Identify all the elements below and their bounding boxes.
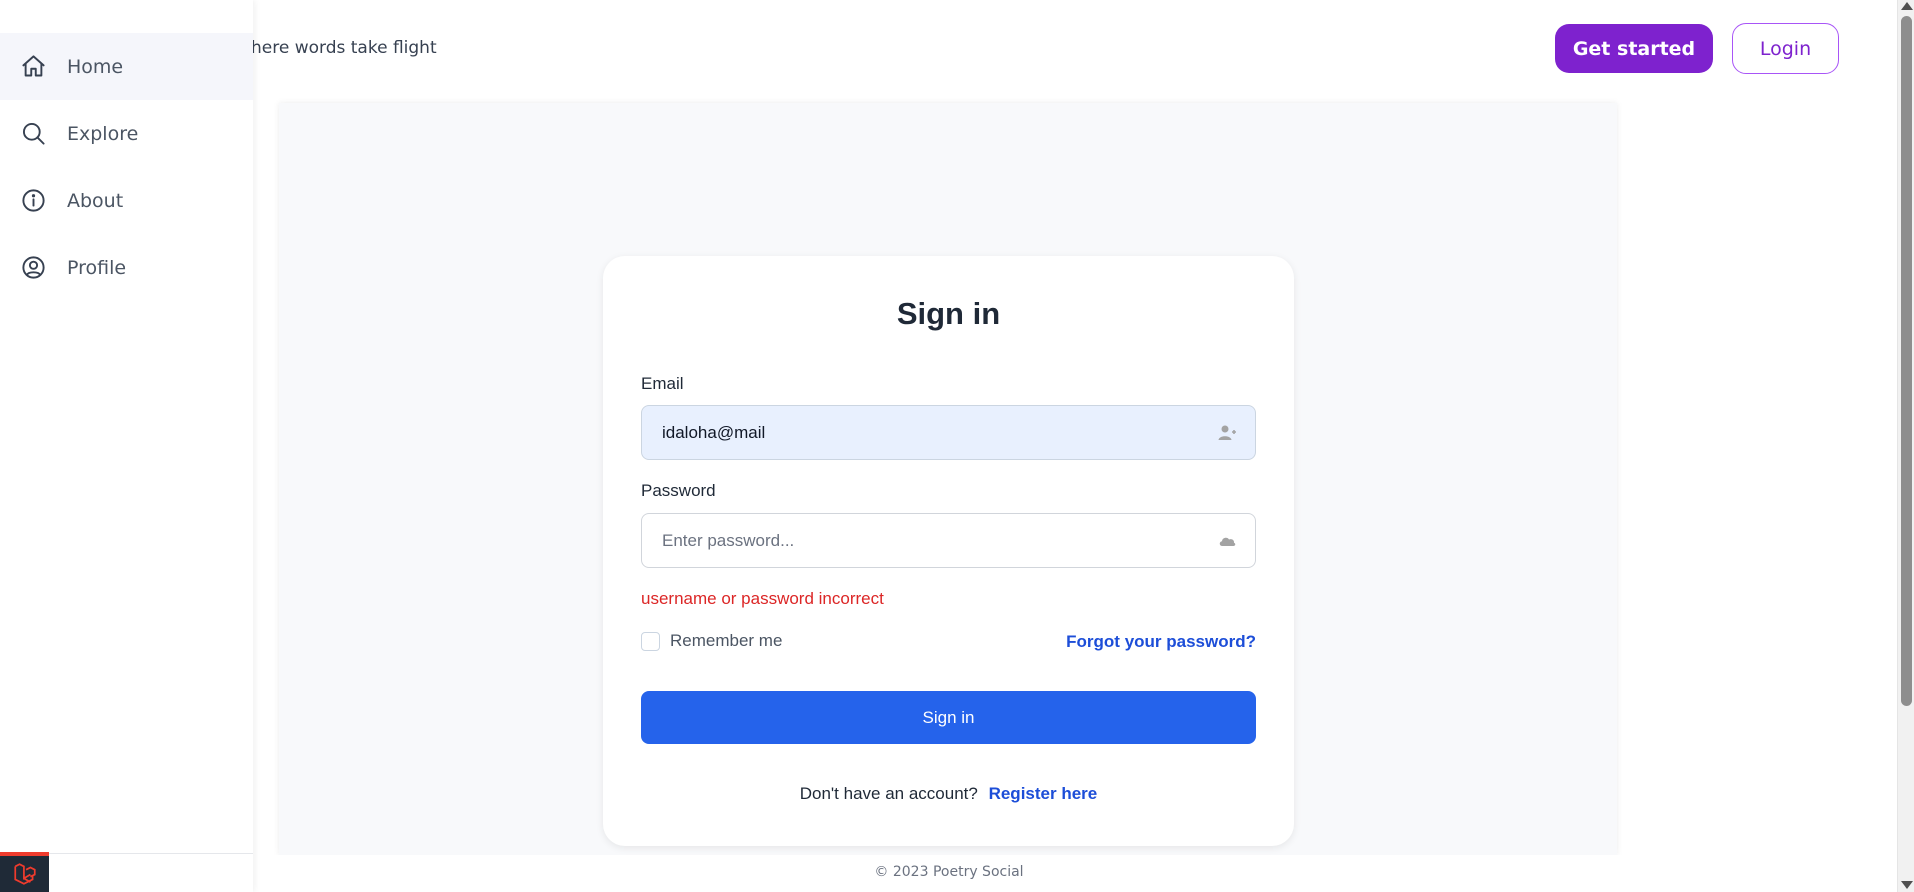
scrollbar-thumb[interactable] bbox=[1901, 16, 1912, 706]
sidebar-item-label: About bbox=[67, 189, 124, 212]
sidebar-item-explore[interactable]: Explore bbox=[0, 100, 253, 167]
password-placeholder: Enter password... bbox=[662, 530, 795, 550]
footer-copyright: © 2023 Poetry Social bbox=[874, 864, 1024, 880]
home-icon bbox=[22, 55, 45, 77]
get-started-button[interactable]: Get started bbox=[1555, 24, 1713, 73]
sidebar: Home Explore About Profile bbox=[0, 0, 253, 892]
login-button[interactable]: Login bbox=[1732, 23, 1839, 74]
email-value: idaloha@mail bbox=[662, 422, 766, 442]
forgot-password-link[interactable]: Forgot your password? bbox=[1066, 632, 1256, 652]
laravel-logo-icon bbox=[13, 863, 36, 885]
remember-me-label[interactable]: Remember me bbox=[670, 631, 782, 651]
sidebar-item-label: Explore bbox=[67, 122, 139, 145]
scroll-up-arrow-icon[interactable] bbox=[1901, 2, 1913, 10]
sidebar-item-about[interactable]: About bbox=[0, 167, 253, 234]
password-field[interactable]: Enter password... bbox=[641, 513, 1256, 568]
signin-card: Sign in Email idaloha@mail Password Ente… bbox=[603, 256, 1294, 846]
sidebar-nav: Home Explore About Profile bbox=[0, 33, 253, 301]
password-label: Password bbox=[641, 481, 716, 500]
sidebar-item-label: Profile bbox=[67, 256, 127, 279]
remember-me-checkbox[interactable] bbox=[641, 631, 660, 651]
sidebar-item-profile[interactable]: Profile bbox=[0, 234, 253, 301]
cloud-icon bbox=[1219, 537, 1236, 546]
remember-me-row: Remember me bbox=[641, 631, 782, 651]
sidebar-divider bbox=[49, 853, 253, 854]
laravel-debug-badge[interactable] bbox=[0, 852, 49, 892]
site-tagline: here words take flight bbox=[251, 38, 437, 58]
email-label: Email bbox=[641, 374, 684, 393]
email-field[interactable]: idaloha@mail bbox=[641, 405, 1256, 460]
page-scrollbar[interactable] bbox=[1897, 0, 1914, 892]
user-add-icon bbox=[1218, 425, 1236, 440]
no-account-text: Don't have an account? bbox=[799, 784, 978, 803]
register-link[interactable]: Register here bbox=[989, 784, 1098, 803]
signin-button[interactable]: Sign in bbox=[641, 691, 1256, 744]
register-row: Don't have an account? Register here bbox=[603, 784, 1294, 804]
signin-title: Sign in bbox=[896, 296, 1001, 331]
sidebar-item-label: Home bbox=[67, 55, 124, 78]
user-circle-icon bbox=[22, 256, 45, 279]
sidebar-item-home[interactable]: Home bbox=[0, 33, 253, 100]
scroll-down-arrow-icon[interactable] bbox=[1901, 881, 1913, 889]
login-error-message: username or password incorrect bbox=[641, 589, 884, 608]
info-icon bbox=[22, 189, 45, 212]
search-icon bbox=[22, 122, 45, 145]
